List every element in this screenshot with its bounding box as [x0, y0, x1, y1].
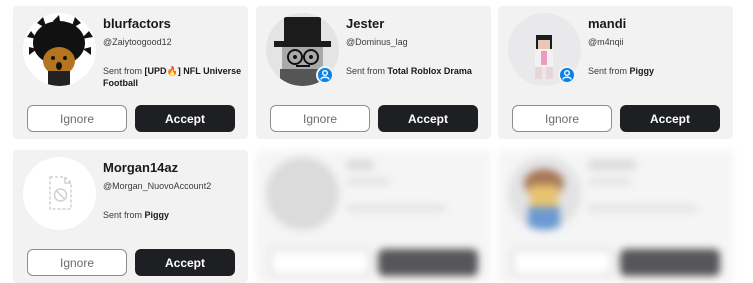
sent-from-experience[interactable]: Piggy: [630, 66, 655, 76]
online-status-icon: [558, 66, 576, 84]
user-display-name[interactable]: Jester: [346, 16, 486, 31]
sent-from-text: Sent from Piggy: [103, 209, 243, 221]
sent-from-prefix: Sent from: [103, 210, 143, 220]
blurred-info: [588, 160, 728, 212]
friend-request-card-blurred: [498, 150, 733, 283]
ignore-button[interactable]: Ignore: [270, 105, 370, 132]
accept-button[interactable]: Accept: [135, 105, 235, 132]
accept-button[interactable]: Accept: [135, 249, 235, 276]
avatar[interactable]: [23, 13, 96, 86]
sent-from-experience[interactable]: Total Roblox Drama: [388, 66, 472, 76]
user-handle: @Dominus_lag: [346, 37, 408, 47]
user-handle: @m4nqii: [588, 37, 624, 47]
ignore-button: [512, 249, 612, 276]
sent-from-prefix: Sent from: [346, 66, 386, 76]
sent-from-prefix: Sent from: [103, 66, 143, 76]
friend-request-card: mandi @m4nqii Sent from Piggy Ignore Acc…: [498, 6, 733, 139]
blurred-info: [346, 160, 486, 212]
ignore-button[interactable]: Ignore: [27, 105, 127, 132]
sent-from-text: Sent from [UPD🔥] NFL Universe Football: [103, 65, 243, 89]
user-display-name[interactable]: blurfactors: [103, 16, 243, 31]
accept-button: [620, 249, 720, 276]
accept-button[interactable]: Accept: [620, 105, 720, 132]
ignore-button[interactable]: Ignore: [27, 249, 127, 276]
friend-request-card: Morgan14az @Morgan_NuovoAccount2 Sent fr…: [13, 150, 248, 283]
online-status-icon: [316, 66, 334, 84]
user-handle: @Zaiytoogood12: [103, 37, 172, 47]
user-handle: @Morgan_NuovoAccount2: [103, 181, 212, 191]
ignore-button: [270, 249, 370, 276]
sent-from-text: Sent from Piggy: [588, 65, 728, 77]
accept-button[interactable]: Accept: [378, 105, 478, 132]
friend-request-card-blurred: [256, 150, 491, 283]
user-display-name[interactable]: mandi: [588, 16, 728, 31]
user-display-name[interactable]: Morgan14az: [103, 160, 243, 175]
ignore-button[interactable]: Ignore: [512, 105, 612, 132]
sent-from-text: Sent from Total Roblox Drama: [346, 65, 486, 77]
friend-request-card: Jester @Dominus_lag Sent from Total Robl…: [256, 6, 491, 139]
sent-from-experience[interactable]: Piggy: [145, 210, 170, 220]
avatar[interactable]: [23, 157, 96, 230]
avatar: [508, 157, 581, 230]
accept-button: [378, 249, 478, 276]
sent-from-prefix: Sent from: [588, 66, 628, 76]
avatar: [266, 157, 339, 230]
friend-request-card: blurfactors @Zaiytoogood12 Sent from [UP…: [13, 6, 248, 139]
